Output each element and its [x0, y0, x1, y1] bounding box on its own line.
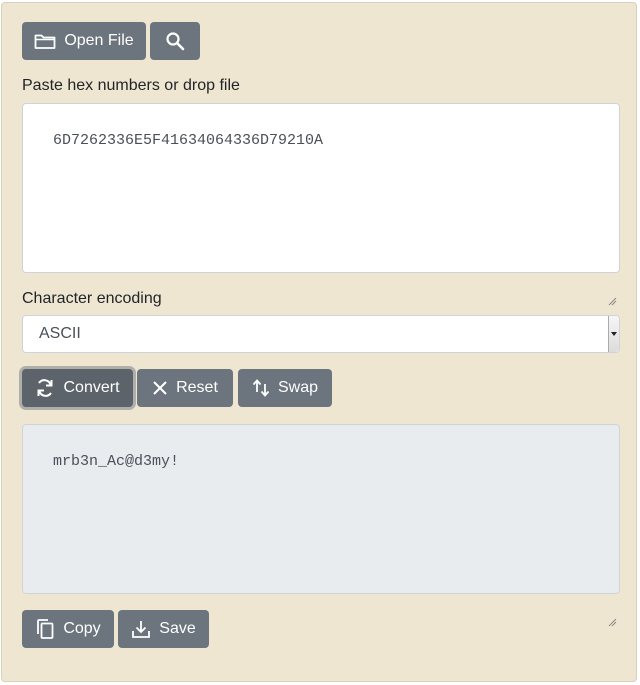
swap-button[interactable]: Swap — [238, 369, 332, 407]
encoding-selected: ASCII — [39, 325, 81, 342]
save-button[interactable]: Save — [118, 610, 209, 648]
reset-button[interactable]: Reset — [137, 369, 233, 407]
chevron-down-icon — [608, 316, 619, 352]
swap-icon — [252, 379, 270, 397]
refresh-icon — [35, 378, 55, 398]
search-button[interactable] — [150, 22, 200, 60]
copy-label: Copy — [63, 620, 101, 637]
convert-button[interactable]: Convert — [22, 369, 133, 407]
convert-label: Convert — [63, 379, 120, 396]
hex-input[interactable]: 6D7262336E5F41634064336D79210A — [22, 103, 620, 306]
close-icon — [152, 380, 168, 396]
search-icon — [165, 31, 185, 51]
folder-icon — [34, 32, 56, 50]
resize-grip-icon[interactable] — [607, 581, 617, 627]
swap-label: Swap — [277, 379, 319, 396]
open-file-label: Open File — [64, 32, 134, 49]
reset-label: Reset — [176, 379, 218, 396]
text-output[interactable]: mrb3n_Ac@d3my! — [22, 424, 620, 627]
open-file-button[interactable]: Open File — [22, 22, 146, 60]
text-output-value: mrb3n_Ac@d3my! — [53, 453, 180, 470]
copy-button[interactable]: Copy — [22, 610, 114, 648]
input-label: Paste hex numbers or drop file — [22, 77, 240, 94]
hex-input-value: 6D7262336E5F41634064336D79210A — [53, 132, 324, 149]
copy-icon — [35, 618, 55, 640]
save-label: Save — [159, 620, 196, 637]
download-icon — [131, 619, 151, 639]
encoding-label: Character encoding — [22, 290, 162, 307]
resize-grip-icon[interactable] — [607, 260, 617, 306]
encoding-select[interactable]: ASCII — [22, 315, 620, 353]
